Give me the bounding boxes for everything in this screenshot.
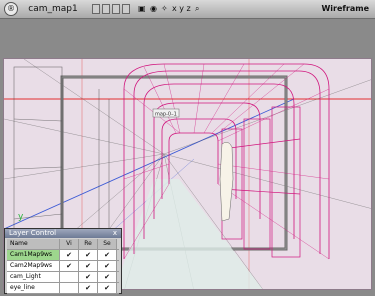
render-mode-label[interactable]: Wireframe — [321, 3, 369, 15]
column-visible: Vi — [60, 239, 79, 249]
layer-name[interactable]: Cam2Map9ws — [7, 261, 60, 271]
column-render: Re — [79, 239, 98, 249]
camera-icon[interactable]: ◉ — [150, 3, 157, 15]
layer-row[interactable]: eye_line ✔ ✔ — [7, 283, 119, 294]
layer-name[interactable]: eye_line — [7, 283, 60, 293]
layer-panel-title: Layer Control x — [5, 229, 121, 238]
render-checkbox[interactable]: ✔ — [79, 250, 98, 260]
axis-y-label: y — [18, 212, 24, 222]
layer-row[interactable]: cam_Light ✔ ✔ — [7, 272, 119, 283]
toolbar-slot-3[interactable] — [112, 4, 120, 14]
layer-row[interactable]: Cam2Map9ws ✔ ✔ ✔ — [7, 261, 119, 272]
toolbar-slot-4[interactable] — [122, 4, 130, 14]
toolbar-slot-2[interactable] — [102, 4, 110, 14]
select-checkbox[interactable]: ✔ — [98, 250, 117, 260]
layer-row[interactable]: Cam1Map9ws ✔ ✔ ✔ — [7, 250, 119, 261]
visible-checkbox[interactable] — [60, 283, 79, 293]
select-checkbox[interactable]: ✔ — [98, 261, 117, 271]
app-window: ® cam_map1 ▣ ◉ ✧ x y z ⌕ Wireframe map-0… — [0, 0, 375, 296]
select-checkbox[interactable]: ✔ — [98, 272, 117, 282]
select-checkbox[interactable]: ✔ — [98, 283, 117, 293]
monitor-icon[interactable]: ▣ — [138, 3, 146, 15]
window-title: cam_map1 — [28, 4, 78, 14]
column-name: Name — [7, 239, 60, 249]
menu-button[interactable]: ® — [4, 2, 18, 16]
xyz-axis-label[interactable]: x y z — [172, 3, 191, 15]
layer-name[interactable]: Cam1Map9ws — [7, 250, 60, 260]
layer-table-header: Name Vi Re Se — [7, 239, 119, 250]
layer-table: Name Vi Re Se Cam1Map9ws ✔ ✔ ✔ Cam2Map9w… — [7, 239, 119, 294]
layer-control-panel[interactable]: Layer Control x Name Vi Re Se Cam1Map9ws… — [4, 228, 122, 294]
render-checkbox[interactable]: ✔ — [79, 272, 98, 282]
column-select: Se — [98, 239, 117, 249]
visible-checkbox[interactable]: ✔ — [60, 261, 79, 271]
corridor-floor — [114, 179, 263, 289]
layer-panel-title-text: Layer Control — [9, 229, 57, 237]
top-toolbar: ® cam_map1 ▣ ◉ ✧ x y z ⌕ Wireframe — [0, 0, 375, 19]
wand-icon[interactable]: ✧ — [161, 3, 168, 15]
render-checkbox[interactable]: ✔ — [79, 261, 98, 271]
close-icon[interactable]: x — [111, 229, 119, 237]
standing-figure — [219, 141, 234, 222]
camera-tag: map-0–1 — [155, 112, 177, 118]
layer-name[interactable]: cam_Light — [7, 272, 60, 282]
toolbar-slot-1[interactable] — [92, 4, 100, 14]
visible-checkbox[interactable] — [60, 272, 79, 282]
visible-checkbox[interactable]: ✔ — [60, 250, 79, 260]
render-checkbox[interactable]: ✔ — [79, 283, 98, 293]
shop-front-wireframe — [221, 106, 301, 258]
zoom-icon[interactable]: ⌕ — [195, 3, 199, 15]
